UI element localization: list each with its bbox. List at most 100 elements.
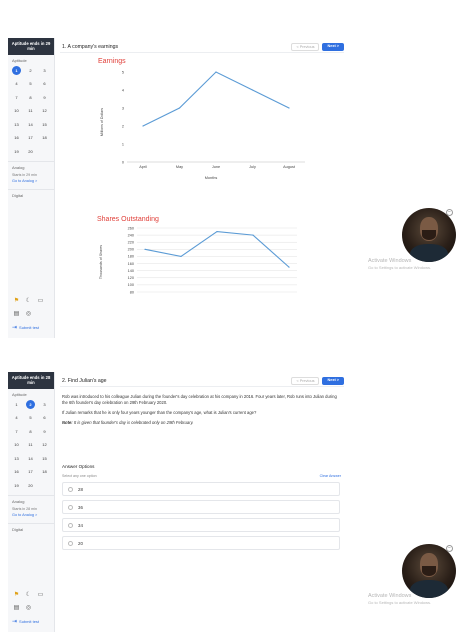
question-number-button[interactable]: 7	[12, 427, 21, 436]
answer-options-list: 28 36 34 20	[62, 482, 340, 554]
question-number-button[interactable]: 3	[40, 66, 49, 75]
question-number-button[interactable]: 7	[12, 93, 21, 102]
question-paragraph: If Julian remarks that he is only four y…	[62, 410, 257, 416]
moon-icon[interactable]: ☾	[24, 591, 33, 599]
last-section-label: Digital	[12, 192, 24, 198]
webcam-preview[interactable]	[402, 208, 456, 262]
radio-icon[interactable]	[68, 540, 73, 546]
question-number-button[interactable]: 5	[26, 413, 35, 422]
answer-option[interactable]: 20	[62, 536, 340, 550]
y-tick-label: 2	[122, 124, 124, 128]
submit-test-button[interactable]: ⇥ Submit test	[12, 618, 39, 625]
data-point	[142, 125, 144, 127]
submit-test-button[interactable]: ⇥ Submit test	[12, 324, 39, 331]
question-number-button[interactable]: 2	[26, 66, 35, 75]
question-number-button[interactable]: 11	[26, 106, 35, 115]
y-axis-label: Millions of Dollars	[100, 108, 104, 136]
question-text: Rob was introduced to his colleague Juli…	[62, 394, 340, 430]
question-number-button[interactable]: 15	[40, 120, 49, 129]
question-number-button[interactable]: 17	[26, 133, 35, 142]
notes-icon[interactable]: ▤	[12, 604, 21, 612]
support-icon[interactable]: ◎	[24, 310, 33, 318]
data-point	[252, 234, 254, 236]
question-number-button[interactable]: 4	[12, 413, 21, 422]
goto-analog-link[interactable]: Go to Analog >	[8, 178, 54, 184]
webcam-person-beard	[422, 230, 436, 240]
question-number-button[interactable]: 12	[40, 440, 49, 449]
question-number-button[interactable]: 9	[40, 427, 49, 436]
previous-button[interactable]: < Previous	[291, 43, 320, 51]
question-number-button[interactable]: 14	[26, 120, 35, 129]
y-tick-label: 240	[128, 233, 134, 237]
y-tick-label: 160	[128, 262, 134, 266]
moon-icon[interactable]: ☾	[24, 297, 33, 305]
question-number-button[interactable]: 18	[40, 467, 49, 476]
question-number-button[interactable]: 10	[12, 106, 21, 115]
data-point	[288, 107, 290, 109]
question-number-button[interactable]: 19	[12, 147, 21, 156]
watermark-subtitle: Go to Settings to activate Windows.	[368, 600, 432, 606]
question-number-button[interactable]: 6	[40, 79, 49, 88]
flag-icon[interactable]: ⚑	[12, 591, 21, 599]
question-number-button[interactable]: 8	[26, 427, 35, 436]
question-number-button[interactable]: 8	[26, 93, 35, 102]
question-number-button[interactable]: 16	[12, 467, 21, 476]
radio-icon[interactable]	[68, 486, 73, 492]
support-icon[interactable]: ◎	[24, 604, 33, 612]
y-tick-label: 180	[128, 255, 134, 259]
question-number-button[interactable]: 5	[26, 79, 35, 88]
x-tick-label: June	[212, 165, 220, 169]
data-point	[288, 266, 290, 268]
question-number-button[interactable]: 20	[26, 147, 35, 156]
question-number-button[interactable]: 16	[12, 133, 21, 142]
next-button[interactable]: Next >	[322, 43, 344, 51]
question-number-button[interactable]: 1	[12, 65, 21, 75]
question-number-button[interactable]: 10	[12, 440, 21, 449]
minimize-icon[interactable]: −	[446, 545, 453, 552]
clear-answer-link[interactable]: Clear Answer	[320, 474, 341, 478]
question-number-button[interactable]: 14	[26, 454, 35, 463]
radio-icon[interactable]	[68, 522, 73, 528]
question-number-button[interactable]: 13	[12, 120, 21, 129]
y-tick-label: 100	[128, 283, 134, 287]
answer-option[interactable]: 34	[62, 518, 340, 532]
answer-option[interactable]: 28	[62, 482, 340, 496]
answer-option[interactable]: 36	[62, 500, 340, 514]
question-panel: 1. A company's earnings < Previous Next …	[57, 38, 344, 338]
question-number-button[interactable]: 13	[12, 454, 21, 463]
x-axis-label: Months	[205, 176, 218, 180]
webcam-preview[interactable]	[402, 544, 456, 598]
y-tick-label: 260	[128, 226, 134, 230]
video-icon[interactable]: ▭	[36, 591, 45, 599]
question-palette: 1 2 3 4 5 6 7 8 9 10 11 12 13 14 15 16 17 18 19 20	[8, 65, 54, 156]
question-number-button[interactable]: 19	[12, 481, 21, 490]
question-number-button[interactable]: 3	[40, 400, 49, 409]
question-number-button[interactable]: 1	[12, 400, 21, 409]
question-number-button[interactable]: 12	[40, 106, 49, 115]
watermark-subtitle: Go to Settings to activate Windows.	[368, 265, 432, 271]
data-point	[251, 89, 254, 91]
data-point	[216, 230, 218, 233]
next-section-label: Analog	[12, 498, 25, 504]
sidebar: Aptitude ends in 29 min Aptitude 1234567…	[8, 38, 55, 338]
question-number-button[interactable]: 18	[40, 133, 49, 142]
previous-button[interactable]: < Previous	[291, 377, 320, 385]
goto-analog-link[interactable]: Go to Analog >	[8, 512, 54, 518]
question-number-button[interactable]: 2	[26, 399, 35, 409]
minimize-icon[interactable]: −	[446, 209, 453, 216]
sidebar-tools: ⚑ ☾ ▭ ▤ ◎	[12, 591, 45, 612]
question-number-button[interactable]: 9	[40, 93, 49, 102]
next-button[interactable]: Next >	[322, 377, 344, 385]
chart-title: Earnings	[98, 58, 126, 65]
option-label: 28	[78, 486, 83, 492]
video-icon[interactable]: ▭	[36, 297, 45, 305]
question-number-button[interactable]: 6	[40, 413, 49, 422]
flag-icon[interactable]: ⚑	[12, 297, 21, 305]
notes-icon[interactable]: ▤	[12, 310, 21, 318]
question-number-button[interactable]: 4	[12, 79, 21, 88]
question-number-button[interactable]: 15	[40, 454, 49, 463]
question-number-button[interactable]: 17	[26, 467, 35, 476]
radio-icon[interactable]	[68, 504, 73, 510]
question-number-button[interactable]: 11	[26, 440, 35, 449]
question-number-button[interactable]: 20	[26, 481, 35, 490]
